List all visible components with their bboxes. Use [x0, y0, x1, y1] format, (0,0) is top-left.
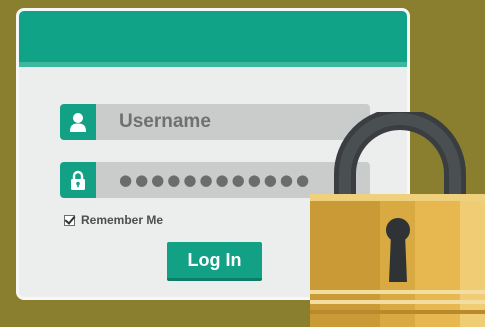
window-header-bar: [19, 11, 407, 67]
remember-me-checkbox[interactable]: [64, 214, 75, 226]
login-illustration: Username ●●●●●●●●●●●● Remember Me Log In: [0, 0, 485, 327]
lock-icon: [60, 162, 96, 198]
remember-me-label: Remember Me: [81, 213, 164, 227]
login-button[interactable]: Log In: [167, 242, 262, 281]
remember-me-option[interactable]: Remember Me: [64, 213, 163, 227]
user-icon: [60, 104, 96, 140]
username-placeholder: Username: [119, 111, 211, 132]
password-masked-value: ●●●●●●●●●●●●: [119, 171, 313, 189]
padlock-icon: [310, 112, 485, 327]
